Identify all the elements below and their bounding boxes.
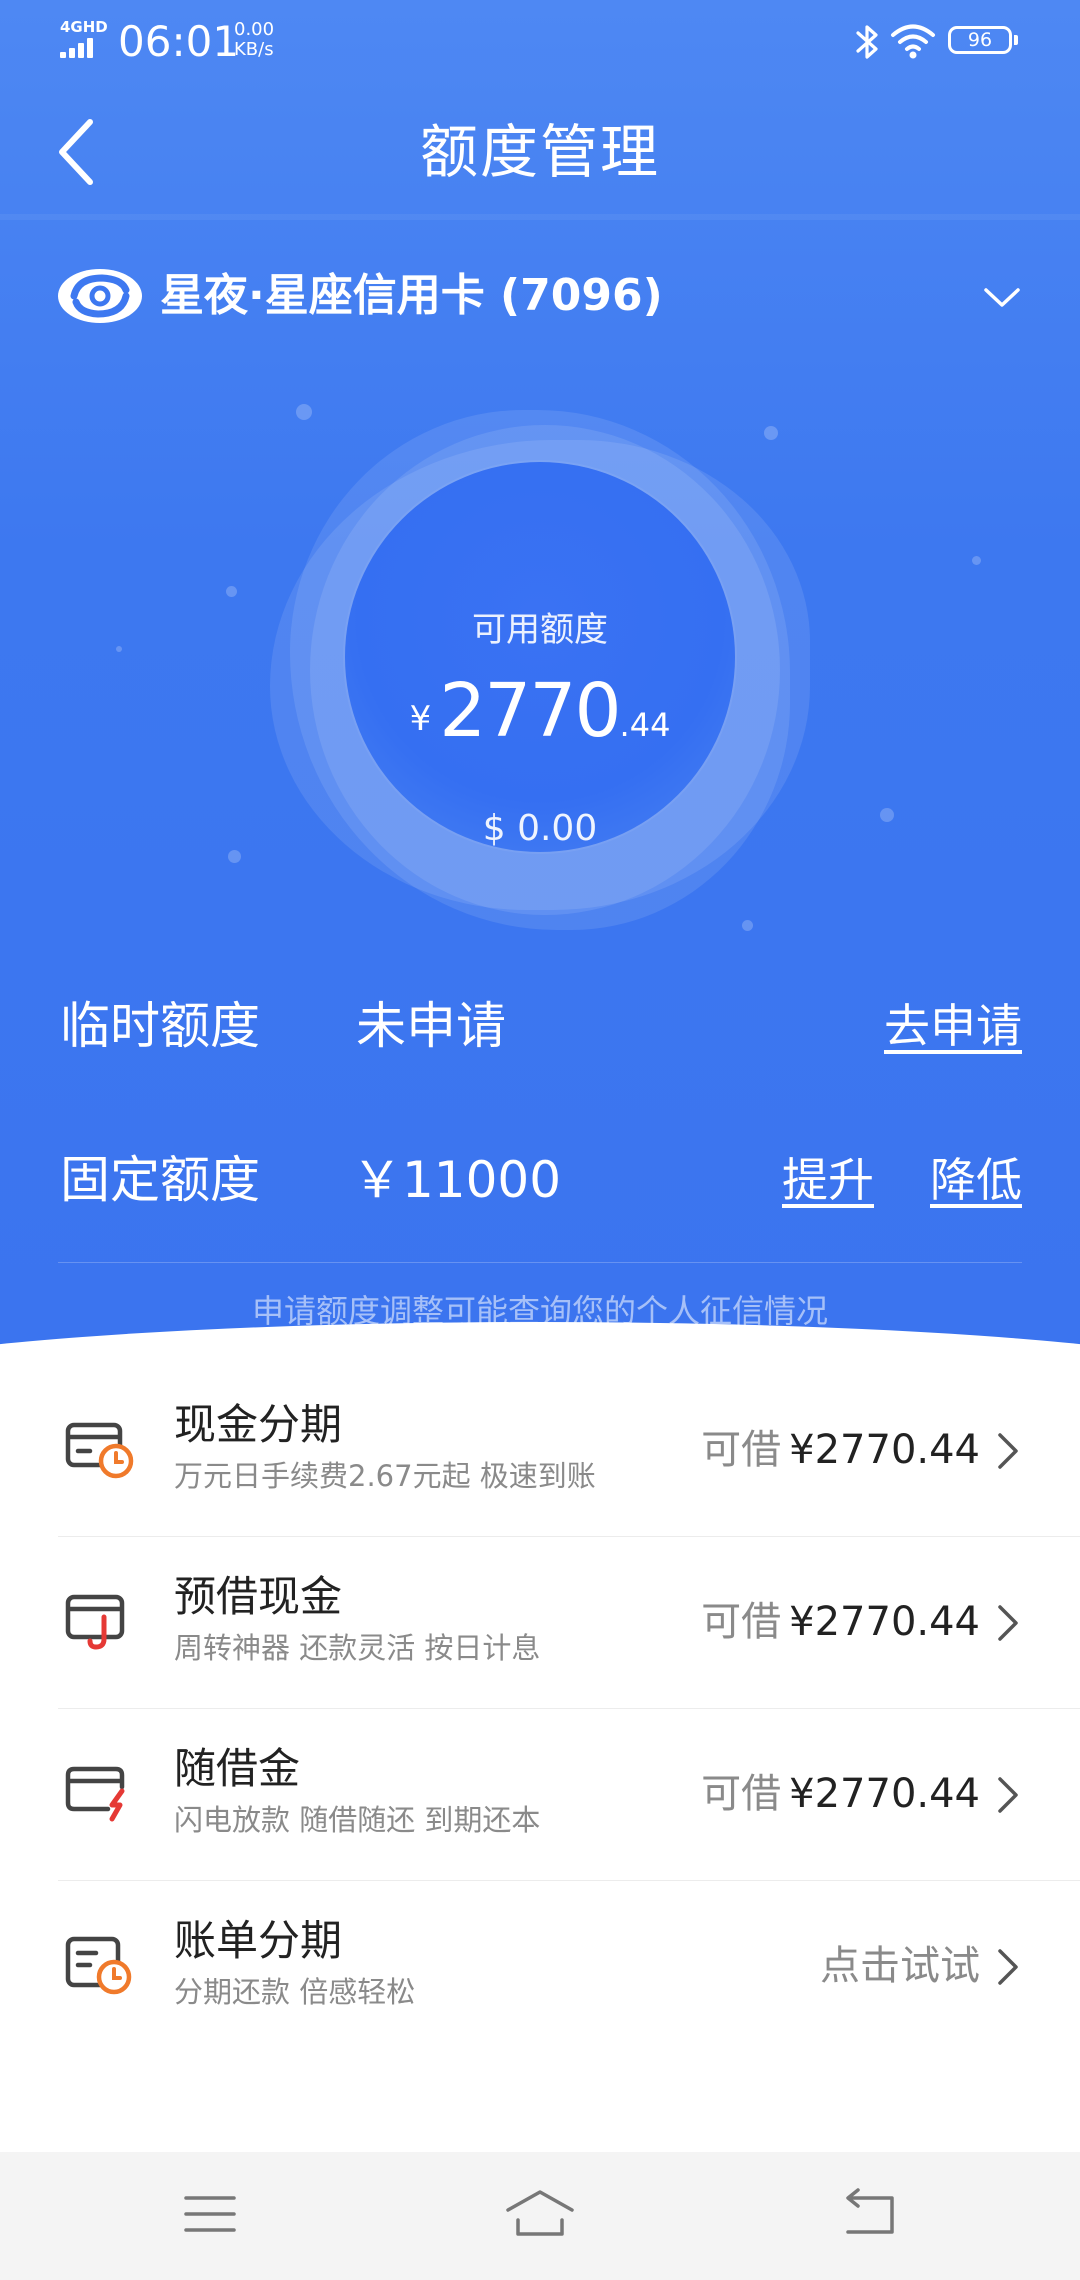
product-title: 现金分期: [174, 1400, 343, 1449]
product-amount-prefix: 可借: [701, 1771, 782, 1817]
product-action-text: 点击试试: [820, 1943, 980, 1989]
net-speed-value: 0.00: [234, 19, 275, 40]
product-amount-prefix: 可借: [701, 1599, 782, 1645]
product-amount-value: ¥2770.44: [789, 1427, 980, 1473]
currency-symbol: ¥: [409, 699, 432, 739]
card-selector[interactable]: 星夜·星座信用卡 (7096): [56, 260, 1026, 336]
product-title: 预借现金: [174, 1572, 343, 1621]
list-item-cash-advance[interactable]: 预借现金 周转神器 还款灵活 按日计息 可借 ¥2770.44: [0, 1537, 1080, 1709]
list-item-bill-installment[interactable]: 账单分期 分期还款 倍感轻松 点击试试: [0, 1881, 1080, 2053]
product-amount-value: ¥2770.44: [789, 1771, 980, 1817]
chevron-down-icon[interactable]: [978, 274, 1026, 322]
temp-quota-label: 临时额度: [60, 997, 260, 1055]
product-amount: 可借 ¥2770.44: [701, 1415, 980, 1485]
page-title: 额度管理: [419, 118, 660, 186]
available-amount-decimal: .44: [619, 706, 671, 744]
battery-indicator: 96: [948, 26, 1018, 54]
wifi-icon: [891, 24, 935, 59]
usd-amount: $ 0.00: [482, 808, 598, 849]
chevron-right-icon: [998, 1949, 1018, 1985]
quota-divider: [58, 1262, 1022, 1263]
signal-icon: [60, 38, 98, 58]
card-lightning-icon: [65, 1766, 125, 1822]
increase-quota-link[interactable]: 提升: [782, 1140, 874, 1220]
available-credit-circle: 可用额度 ¥2770.44 $ 0.00: [260, 390, 820, 950]
available-label: 可用额度: [472, 610, 608, 650]
clock: 06:01: [118, 17, 240, 66]
decor-dot: [880, 808, 894, 822]
back-nav-icon[interactable]: [838, 2186, 902, 2242]
card-clock-icon: [65, 1422, 134, 1479]
list-item-cash-installment[interactable]: 现金分期 万元日手续费2.67元起 极速到账 可借 ¥2770.44: [0, 1365, 1080, 1537]
product-subtitle: 万元日手续费2.67元起 极速到账: [174, 1459, 596, 1493]
available-amount: ¥2770.44: [345, 668, 735, 754]
net-speed: 0.00 KB/s: [234, 20, 274, 60]
product-subtitle: 周转神器 还款灵活 按日计息: [174, 1631, 541, 1665]
product-amount-value: ¥2770.44: [789, 1599, 980, 1645]
product-amount: 可借 ¥2770.44: [701, 1759, 980, 1829]
app-header: 额度管理: [0, 84, 1080, 214]
product-amount-prefix: 可借: [701, 1427, 782, 1473]
decor-dot: [116, 646, 122, 652]
decor-dot: [972, 556, 981, 565]
list-item-flexi-loan[interactable]: 随借金 闪电放款 随借随还 到期还本 可借 ¥2770.44: [0, 1709, 1080, 1881]
chevron-right-icon: [998, 1433, 1018, 1469]
chevron-right-icon: [998, 1605, 1018, 1641]
system-nav-bar: [0, 2152, 1080, 2280]
bank-logo-icon: [58, 269, 142, 323]
card-name: 星夜·星座信用卡 (7096): [160, 270, 663, 321]
fixed-quota-value: ￥11000: [352, 1151, 562, 1209]
temp-quota-value: 未申请: [356, 997, 506, 1055]
menu-icon[interactable]: [178, 2186, 242, 2242]
bill-clock-icon: [65, 1936, 132, 1995]
product-list: 现金分期 万元日手续费2.67元起 极速到账 可借 ¥2770.44 预借现金 周…: [0, 1365, 1080, 2053]
home-icon[interactable]: [504, 2186, 576, 2242]
decor-dot: [228, 850, 241, 863]
product-title: 随借金: [174, 1744, 301, 1793]
temp-quota-row: 临时额度 未申请 去申请: [60, 986, 1022, 1066]
chevron-right-icon: [998, 1777, 1018, 1813]
decor-dot: [226, 586, 237, 597]
product-amount: 可借 ¥2770.44: [701, 1587, 980, 1657]
bluetooth-icon: [856, 25, 878, 59]
product-subtitle: 分期还款 倍感轻松: [174, 1975, 416, 2009]
decrease-quota-link[interactable]: 降低: [930, 1140, 1022, 1220]
fixed-quota-label: 固定额度: [60, 1151, 260, 1209]
apply-temp-quota-link[interactable]: 去申请: [884, 986, 1022, 1066]
net-speed-unit: KB/s: [234, 39, 274, 60]
status-bar: 4GHD 06:01 0.00 KB/s 96: [0, 0, 1080, 84]
product-subtitle: 闪电放款 随借随还 到期还本: [174, 1803, 541, 1837]
network-type: 4GHD: [60, 18, 108, 36]
card-hook-icon: [65, 1594, 125, 1650]
hero-panel: 4GHD 06:01 0.00 KB/s 96 额度管理 星夜·星座信用卡 (7…: [0, 0, 1080, 1370]
available-amount-integer: 2770: [439, 668, 621, 754]
available-credit-disc: 可用额度 ¥2770.44 $ 0.00: [345, 462, 735, 852]
header-divider: [0, 214, 1080, 220]
product-action: 点击试试: [820, 1931, 980, 2001]
fixed-quota-row: 固定额度 ￥11000 提升 降低: [60, 1140, 1022, 1220]
product-title: 账单分期: [174, 1916, 343, 1965]
